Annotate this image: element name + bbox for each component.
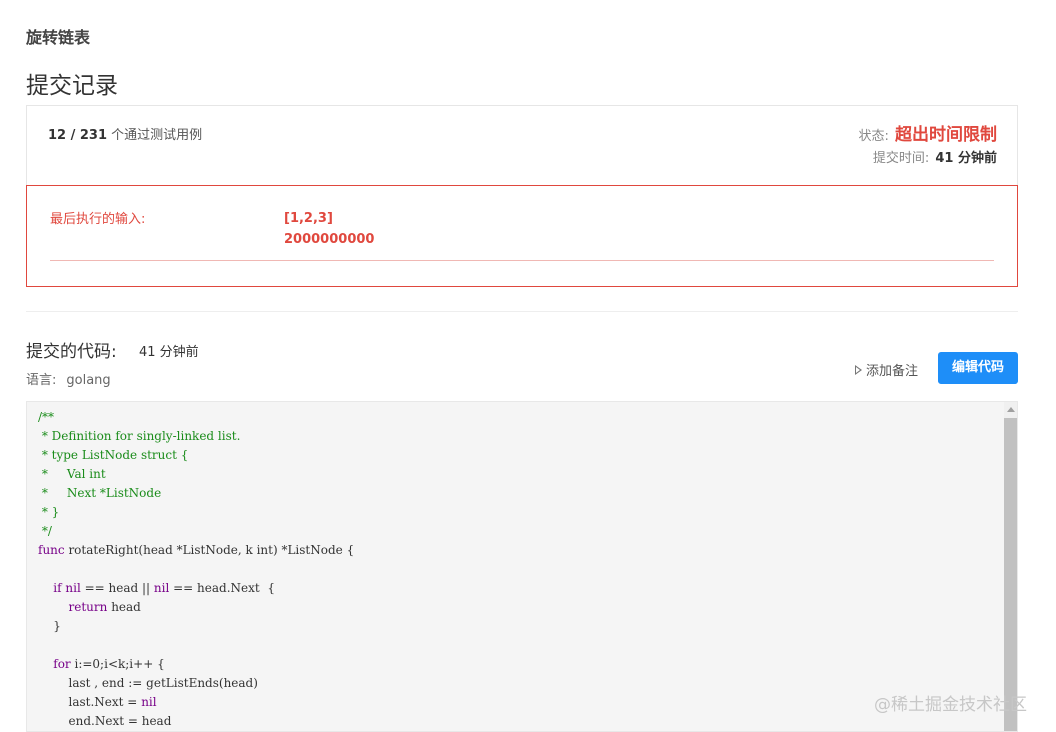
page-title: 提交记录 — [26, 73, 118, 99]
code-line: * Definition for singly-linked list. — [38, 429, 241, 443]
submission-summary: 12 / 231 个通过测试用例 状态: 超出时间限制 提交时间: 41 分钟前 — [26, 105, 1018, 185]
pass-count-value: 12 / 231 — [48, 128, 108, 143]
edit-code-button[interactable]: 编辑代码 — [938, 352, 1018, 384]
watermark: @稀土掘金技术社区 — [874, 695, 1027, 715]
code-line: */ — [38, 524, 52, 538]
code-viewer[interactable]: /** * Definition for singly-linked list.… — [26, 401, 1018, 732]
code-line: * } — [38, 505, 60, 519]
pass-count-suffix: 个通过测试用例 — [111, 128, 203, 143]
code-section-time: 41 分钟前 — [139, 345, 199, 360]
code-line: } — [38, 619, 61, 633]
last-input-values: [1,2,3] 2000000000 — [284, 208, 374, 250]
section-divider — [26, 311, 1018, 312]
code-keyword: nil — [141, 695, 157, 709]
code-keyword: for — [53, 657, 71, 671]
add-note-label: 添加备注 — [866, 364, 919, 379]
code-keyword: return — [68, 600, 108, 614]
last-input-line-2: 2000000000 — [284, 232, 375, 247]
code-line: * Val int — [38, 467, 106, 481]
code-line: * type ListNode struct { — [38, 448, 189, 462]
code-line: i:=0;i<k;i++ { — [70, 657, 165, 671]
scroll-up-arrow-icon[interactable] — [1007, 407, 1015, 412]
status-line: 状态: 超出时间限制 — [858, 120, 997, 145]
submit-time-label: 提交时间: — [872, 151, 930, 166]
submit-time-value: 41 分钟前 — [935, 151, 997, 166]
last-input-line-1: [1,2,3] — [284, 211, 333, 226]
code-section-title: 提交的代码: — [26, 342, 117, 362]
code-scrollbar[interactable] — [1004, 402, 1017, 731]
language-value: golang — [66, 373, 111, 388]
problem-title[interactable]: 旋转链表 — [26, 24, 90, 48]
language-line: 语言: golang — [26, 369, 111, 388]
language-label: 语言: — [26, 373, 57, 388]
code-line: rotateRight(head *ListNode, k int) *List… — [64, 543, 355, 557]
code-keyword: func — [38, 543, 65, 557]
scrollbar-thumb[interactable] — [1004, 418, 1017, 731]
code-keyword: if — [53, 581, 62, 595]
code-line: /** — [38, 410, 55, 424]
add-note-button[interactable]: 添加备注 — [855, 360, 918, 379]
submit-time-line: 提交时间: 41 分钟前 — [873, 147, 997, 166]
code-keyword: nil — [65, 581, 81, 595]
last-input-label: 最后执行的输入: — [50, 212, 146, 227]
code-line: head — [107, 600, 141, 614]
last-input-box: 最后执行的输入: [1,2,3] 2000000000 — [26, 185, 1018, 287]
pass-count: 12 / 231 个通过测试用例 — [48, 124, 202, 143]
code-line: == head || — [80, 581, 154, 595]
code-line: last.Next = — [38, 695, 142, 709]
code-content: /** * Definition for singly-linked list.… — [38, 408, 354, 731]
status-badge: 超出时间限制 — [895, 125, 997, 145]
code-line: == head.Next { — [169, 581, 275, 595]
status-label: 状态: — [858, 129, 889, 144]
error-divider — [50, 260, 994, 261]
code-line: * Next *ListNode — [38, 486, 162, 500]
code-line: last , end := getListEnds(head) — [38, 676, 258, 690]
code-line: end.Next = head — [38, 714, 172, 728]
play-triangle-icon — [855, 365, 862, 375]
code-keyword: nil — [153, 581, 170, 595]
